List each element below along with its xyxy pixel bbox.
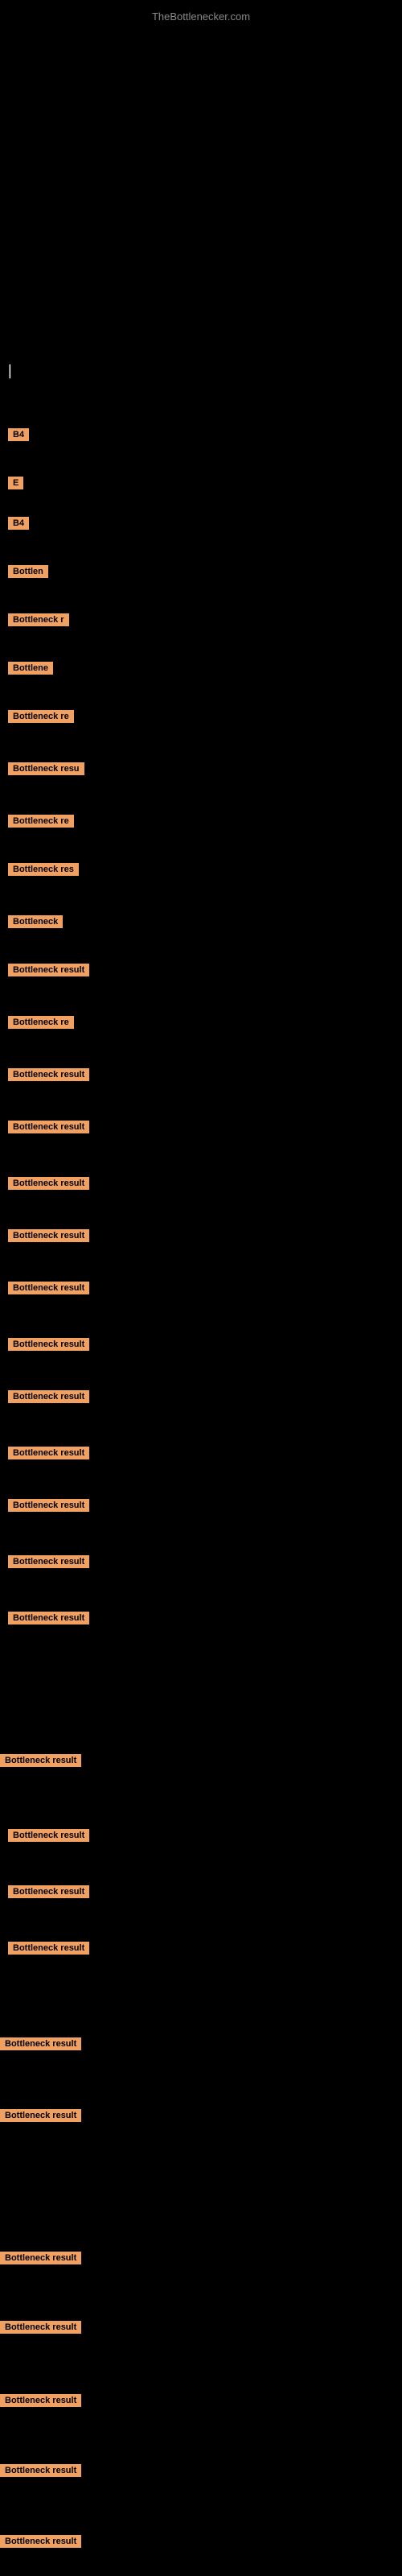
- label-text-22: Bottleneck result: [8, 1499, 89, 1512]
- bottleneck-label-21: Bottleneck result: [8, 1445, 89, 1459]
- bottleneck-label-2: E: [8, 475, 23, 489]
- label-text-21: Bottleneck result: [8, 1447, 89, 1459]
- bottleneck-label-23: Bottleneck result: [8, 1554, 89, 1568]
- bottleneck-label-32: Bottleneck result: [0, 2319, 81, 2334]
- label-text-23: Bottleneck result: [8, 1555, 89, 1568]
- bottleneck-label-14: Bottleneck result: [8, 1067, 89, 1081]
- bottleneck-label-33: Bottleneck result: [0, 2392, 81, 2407]
- label-text-2: E: [8, 477, 23, 489]
- bottleneck-label-29: Bottleneck result: [0, 2036, 81, 2050]
- label-text-26: Bottleneck result: [8, 1829, 89, 1842]
- label-text-17: Bottleneck result: [8, 1229, 89, 1242]
- bottleneck-label-34: Bottleneck result: [0, 2462, 81, 2477]
- bottleneck-label-28: Bottleneck result: [8, 1940, 89, 1955]
- label-text-7: Bottleneck re: [8, 710, 74, 723]
- label-text-4: Bottlen: [8, 565, 48, 578]
- cursor: |: [8, 362, 12, 379]
- label-text-25: Bottleneck result: [0, 1754, 81, 1767]
- bottleneck-label-22: Bottleneck result: [8, 1497, 89, 1512]
- label-text-8: Bottleneck resu: [8, 762, 84, 775]
- label-text-34: Bottleneck result: [0, 2464, 81, 2477]
- bottleneck-label-18: Bottleneck result: [8, 1280, 89, 1294]
- label-text-10: Bottleneck res: [8, 863, 79, 876]
- label-text-18: Bottleneck result: [8, 1282, 89, 1294]
- label-text-32: Bottleneck result: [0, 2321, 81, 2334]
- label-text-20: Bottleneck result: [8, 1390, 89, 1403]
- label-text-11: Bottleneck: [8, 915, 63, 928]
- bottleneck-label-30: Bottleneck result: [0, 2107, 81, 2122]
- bottleneck-label-16: Bottleneck result: [8, 1175, 89, 1190]
- bottleneck-label-4: Bottlen: [8, 564, 48, 578]
- bottleneck-label-17: Bottleneck result: [8, 1228, 89, 1242]
- bottleneck-label-25: Bottleneck result: [0, 1752, 81, 1767]
- bottleneck-label-15: Bottleneck result: [8, 1119, 89, 1133]
- bottleneck-label-9: Bottleneck re: [8, 813, 74, 828]
- label-text-30: Bottleneck result: [0, 2109, 81, 2122]
- site-title: TheBottlenecker.com: [0, 4, 402, 29]
- label-text-28: Bottleneck result: [8, 1942, 89, 1955]
- label-text-1: B4: [8, 428, 29, 441]
- label-text-29: Bottleneck result: [0, 2037, 81, 2050]
- bottleneck-label-27: Bottleneck result: [8, 1884, 89, 1898]
- bottleneck-label-12: Bottleneck result: [8, 962, 89, 976]
- bottleneck-label-24: Bottleneck result: [8, 1610, 89, 1624]
- bottleneck-label-35: Bottleneck result: [0, 2533, 81, 2548]
- label-text-12: Bottleneck result: [8, 964, 89, 976]
- label-text-9: Bottleneck re: [8, 815, 74, 828]
- bottleneck-label-8: Bottleneck resu: [8, 761, 84, 775]
- label-text-31: Bottleneck result: [0, 2252, 81, 2264]
- label-text-3: B4: [8, 517, 29, 530]
- bottleneck-label-31: Bottleneck result: [0, 2250, 81, 2264]
- label-text-14: Bottleneck result: [8, 1068, 89, 1081]
- bottleneck-label-1: B4: [8, 427, 29, 441]
- label-text-27: Bottleneck result: [8, 1885, 89, 1898]
- bottleneck-label-6: Bottlene: [8, 660, 53, 675]
- label-text-35: Bottleneck result: [0, 2535, 81, 2548]
- bottleneck-label-11: Bottleneck: [8, 914, 63, 928]
- label-text-13: Bottleneck re: [8, 1016, 74, 1029]
- bottleneck-label-10: Bottleneck res: [8, 861, 79, 876]
- label-text-5: Bottleneck r: [8, 613, 69, 626]
- bottleneck-label-5: Bottleneck r: [8, 612, 69, 626]
- label-text-16: Bottleneck result: [8, 1177, 89, 1190]
- bottleneck-label-7: Bottleneck re: [8, 708, 74, 723]
- label-text-15: Bottleneck result: [8, 1121, 89, 1133]
- bottleneck-label-3: B4: [8, 515, 29, 530]
- label-text-24: Bottleneck result: [8, 1612, 89, 1624]
- bottleneck-label-13: Bottleneck re: [8, 1014, 74, 1029]
- label-text-19: Bottleneck result: [8, 1338, 89, 1351]
- label-text-33: Bottleneck result: [0, 2394, 81, 2407]
- bottleneck-label-19: Bottleneck result: [8, 1336, 89, 1351]
- bottleneck-label-26: Bottleneck result: [8, 1827, 89, 1842]
- bottleneck-label-20: Bottleneck result: [8, 1389, 89, 1403]
- label-text-6: Bottlene: [8, 662, 53, 675]
